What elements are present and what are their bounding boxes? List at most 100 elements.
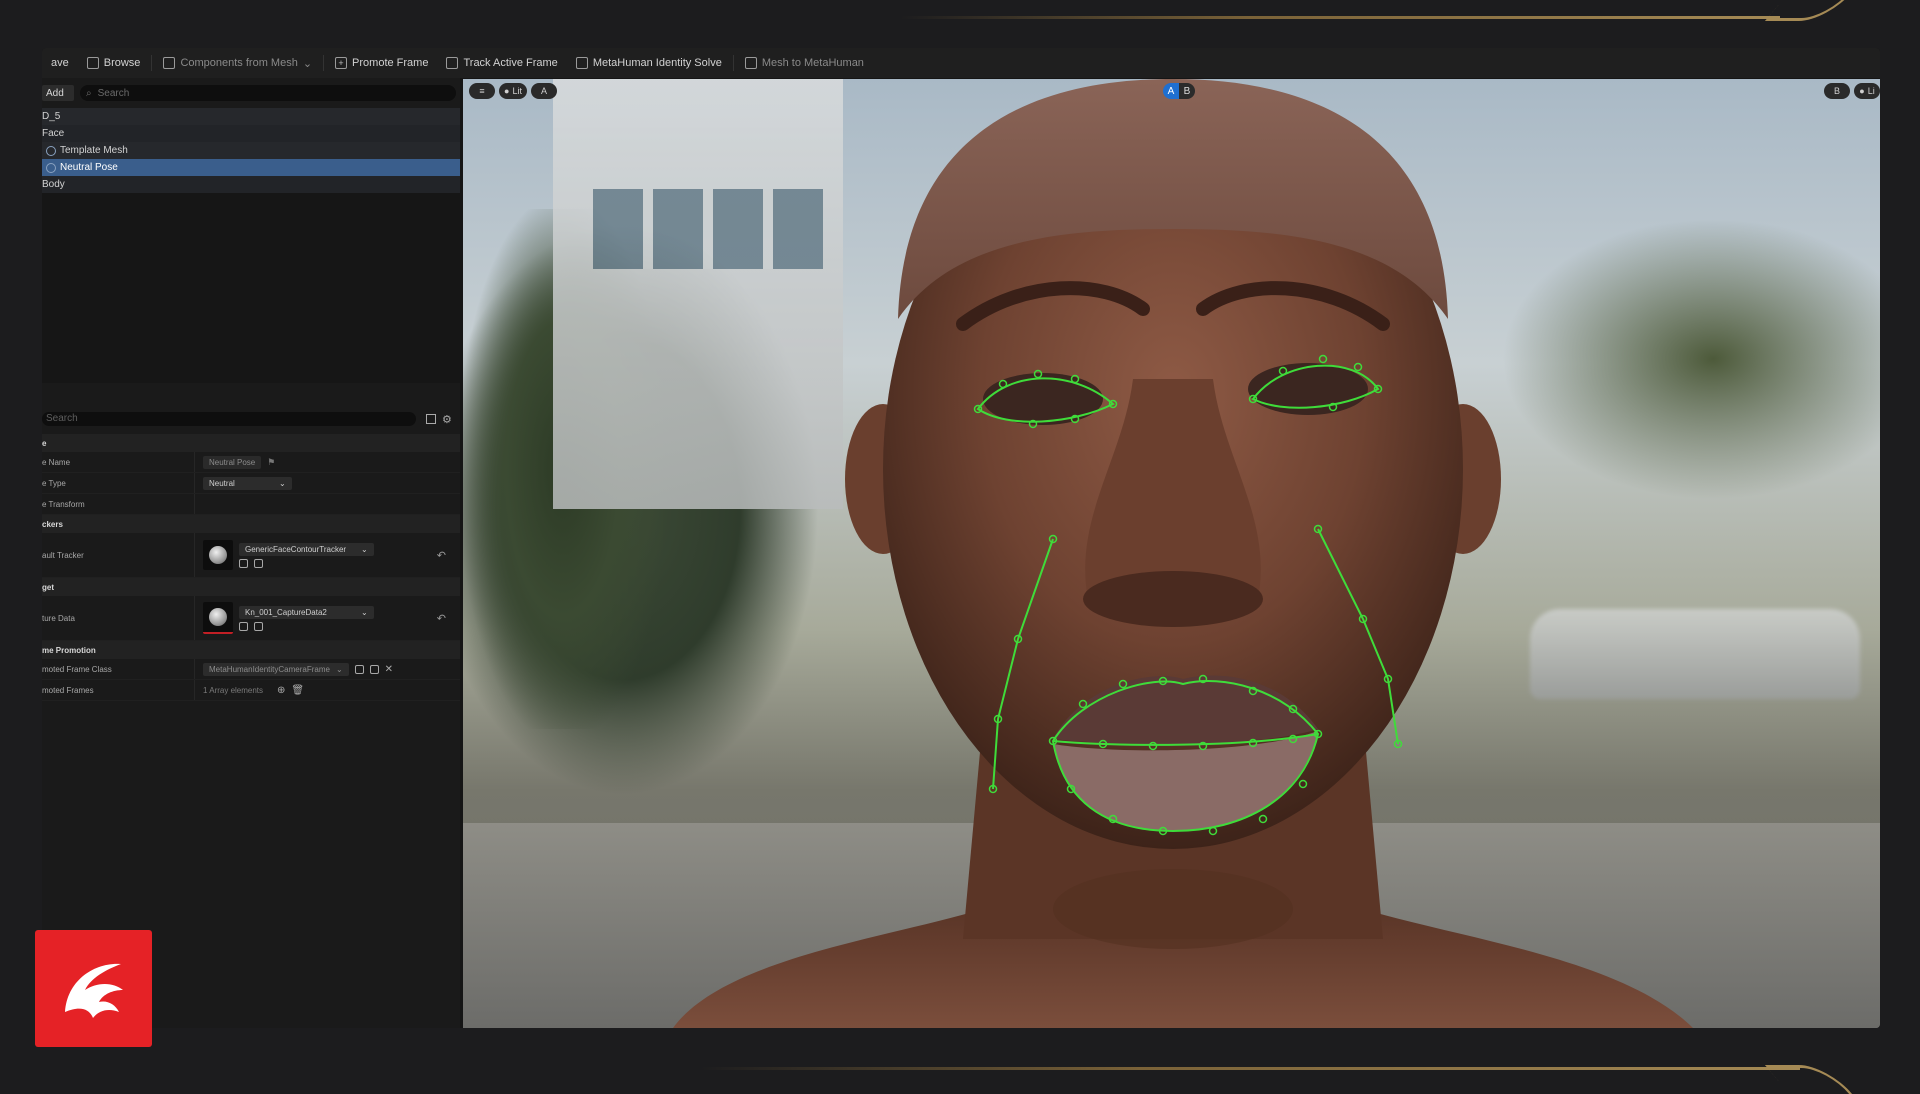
tree-item-label: Neutral Pose bbox=[60, 162, 118, 173]
decorative-gold-line-top bbox=[900, 16, 1780, 19]
toolbar: ave Browse Components from Mesh ⌄ + Prom… bbox=[42, 48, 1880, 78]
add-element-icon[interactable]: ⊕ bbox=[277, 685, 285, 696]
capture-data-value: Kn_001_CaptureData2 bbox=[245, 607, 327, 617]
property-value: 1 Array elements ⊕ 🗑 bbox=[194, 680, 460, 700]
property-label: e Type bbox=[42, 478, 66, 488]
use-selected-icon[interactable] bbox=[354, 664, 364, 674]
ab-toggle-a[interactable]: A bbox=[1163, 83, 1179, 99]
identity-solve-label: MetaHuman Identity Solve bbox=[592, 57, 722, 69]
pose-type-dropdown[interactable]: Neutral ⌄ bbox=[203, 476, 292, 490]
tree-item-neutral-pose[interactable]: Neutral Pose bbox=[42, 159, 460, 176]
promoted-frames-count: 1 Array elements bbox=[203, 685, 264, 695]
browse-label: Browse bbox=[103, 57, 141, 69]
view-a-button[interactable]: A bbox=[530, 83, 557, 99]
view-b-label: B bbox=[1833, 86, 1840, 96]
details-panel: e e Name Neutral Pose ⚑ e Type Neutral ⌄ bbox=[42, 434, 460, 701]
view-a-label: A bbox=[540, 86, 547, 96]
search-icon: ⌕ bbox=[86, 87, 92, 99]
plus-icon: + bbox=[335, 57, 348, 69]
tracker-value: GenericFaceContourTracker bbox=[245, 544, 347, 554]
lit-label: Lit bbox=[512, 86, 522, 96]
brand-logo bbox=[35, 930, 152, 1047]
property-pose-type: e Type Neutral ⌄ bbox=[42, 473, 460, 494]
use-selected-icon[interactable] bbox=[239, 558, 248, 568]
browse-button[interactable]: Browse bbox=[78, 48, 150, 78]
viewport-menu-button[interactable]: ≡ bbox=[469, 83, 495, 99]
tree-item-face[interactable]: Face bbox=[42, 125, 460, 142]
category-trackers[interactable]: ckers bbox=[42, 515, 460, 533]
category-general[interactable]: e bbox=[42, 434, 460, 452]
property-label: moted Frame Class bbox=[42, 664, 112, 674]
mesh-to-metahuman-label: Mesh to MetaHuman bbox=[761, 57, 864, 69]
chevron-down-icon: ⌄ bbox=[279, 478, 286, 488]
promote-frame-label: Promote Frame bbox=[352, 57, 429, 69]
property-value: Neutral ⌄ bbox=[194, 473, 460, 493]
track-active-frame-label: Track Active Frame bbox=[463, 57, 558, 69]
reset-arrow-icon[interactable]: ↶ bbox=[437, 612, 446, 625]
mesh-to-metahuman-button[interactable]: Mesh to MetaHuman bbox=[736, 48, 873, 78]
dragon-logo-icon bbox=[64, 963, 123, 1018]
lit-mode-button[interactable]: ● Lit bbox=[499, 83, 527, 99]
category-label: e bbox=[42, 438, 47, 448]
tree-item-template-mesh[interactable]: Template Mesh bbox=[42, 142, 460, 159]
clear-icon[interactable]: ✕ bbox=[385, 664, 393, 675]
mesh-component-icon bbox=[163, 57, 176, 69]
browse-asset-icon[interactable] bbox=[254, 621, 263, 631]
property-capture-data: ture Data Kn_001_CaptureData2 ⌄ ↶ bbox=[42, 596, 460, 641]
metahuman-icon bbox=[744, 57, 757, 69]
template-mesh-icon bbox=[46, 145, 56, 156]
tree-item-body[interactable]: Body bbox=[42, 176, 460, 193]
tree-empty-area bbox=[42, 193, 460, 383]
view-b-button[interactable]: B bbox=[1824, 83, 1850, 99]
table-view-icon[interactable] bbox=[426, 414, 436, 424]
add-button[interactable]: Add bbox=[42, 85, 74, 101]
property-value: Neutral Pose ⚑ bbox=[194, 452, 460, 472]
identity-solve-button[interactable]: MetaHuman Identity Solve bbox=[567, 48, 731, 78]
browse-asset-icon[interactable] bbox=[254, 558, 263, 568]
component-tree: D_5 Face Template Mesh Neutral Pose Body bbox=[42, 108, 460, 408]
frame-class-dropdown[interactable]: MetaHumanIdentityCameraFrame ⌄ bbox=[203, 662, 349, 676]
track-icon bbox=[446, 57, 459, 69]
ab-toggle-b[interactable]: B bbox=[1179, 83, 1195, 99]
tree-item-identity[interactable]: D_5 bbox=[42, 108, 460, 125]
browse-class-icon[interactable] bbox=[369, 664, 379, 674]
asset-actions bbox=[239, 558, 374, 568]
tracker-dropdown[interactable]: GenericFaceContourTracker ⌄ bbox=[239, 542, 374, 556]
settings-gear-icon[interactable]: ⚙ bbox=[442, 413, 452, 426]
promote-frame-button[interactable]: + Promote Frame bbox=[326, 48, 437, 78]
property-value: GenericFaceContourTracker ⌄ ↶ bbox=[194, 533, 460, 577]
chin-shape bbox=[1053, 869, 1293, 949]
property-value: MetaHumanIdentityCameraFrame ⌄ ✕ bbox=[194, 659, 460, 679]
track-active-frame-button[interactable]: Track Active Frame bbox=[437, 48, 566, 78]
lit-mode-b-button[interactable]: ● Li bbox=[1854, 83, 1880, 99]
decorative-gold-curve-top bbox=[1764, 0, 1853, 21]
chevron-down-icon: ⌄ bbox=[302, 57, 313, 70]
trash-icon[interactable]: 🗑 bbox=[291, 685, 304, 696]
tree-item-label: Body bbox=[42, 179, 65, 190]
save-button[interactable]: ave bbox=[42, 48, 78, 78]
details-search-input[interactable]: Search bbox=[42, 412, 416, 426]
toolbar-separator bbox=[732, 55, 734, 71]
category-target[interactable]: get bbox=[42, 578, 460, 596]
lit-sphere-icon: ● bbox=[1859, 86, 1865, 96]
property-label: moted Frames bbox=[42, 685, 94, 695]
capture-data-dropdown[interactable]: Kn_001_CaptureData2 ⌄ bbox=[239, 605, 374, 619]
components-from-mesh-button[interactable]: Components from Mesh ⌄ bbox=[154, 48, 321, 78]
tracker-thumbnail bbox=[203, 540, 233, 570]
chevron-down-icon: ⌄ bbox=[361, 607, 368, 617]
details-search-placeholder: Search bbox=[46, 413, 78, 424]
pose-name-field[interactable]: Neutral Pose bbox=[203, 455, 262, 469]
property-pose-transform[interactable]: e Transform bbox=[42, 494, 460, 515]
category-frame-promotion[interactable]: me Promotion bbox=[42, 641, 460, 659]
save-label: ave bbox=[51, 57, 69, 69]
viewport[interactable]: ≡ ● Lit A A B B ● Li bbox=[463, 79, 1880, 1028]
outliner-search-input[interactable]: ⌕ Search bbox=[80, 85, 456, 101]
use-selected-icon[interactable] bbox=[239, 621, 248, 631]
tree-item-label: D_5 bbox=[42, 111, 61, 122]
details-search-bar: Search ⚙ bbox=[42, 408, 460, 430]
category-label: me Promotion bbox=[42, 645, 96, 655]
ab-a-label: A bbox=[1167, 85, 1175, 97]
components-from-mesh-label: Components from Mesh bbox=[180, 57, 298, 69]
toolbar-separator bbox=[323, 55, 325, 71]
reset-arrow-icon[interactable]: ↶ bbox=[437, 549, 446, 562]
